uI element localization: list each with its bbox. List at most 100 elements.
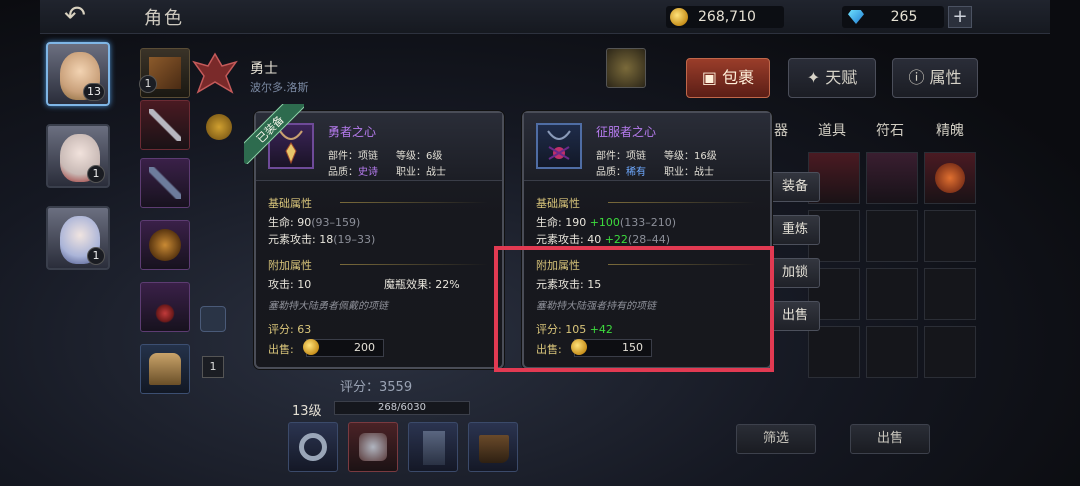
item-name: 征服者之心 xyxy=(596,125,657,139)
talent-icon: ✦ xyxy=(806,68,826,87)
equipped-label: 已装备 xyxy=(244,104,304,164)
necklace-item-icon xyxy=(536,123,582,169)
item-job: 职业：战士 xyxy=(664,167,714,178)
hero-level-badge: 1 xyxy=(87,165,105,183)
inventory-cell[interactable] xyxy=(808,326,860,378)
attributes-icon: ⓘ xyxy=(908,68,930,87)
tab-label: 包裹 xyxy=(722,68,755,87)
gem-amount: 265 xyxy=(890,9,918,25)
hero-portrait-2[interactable]: 1 xyxy=(46,124,110,188)
equip-slot-blade[interactable] xyxy=(140,158,190,208)
bag-icon: ▣ xyxy=(701,68,723,87)
sword-icon xyxy=(149,109,181,141)
inventory-cell[interactable] xyxy=(866,268,918,320)
gem-counter: 265 xyxy=(842,6,944,28)
character-level: 13级 xyxy=(292,404,322,419)
item-quality: 品质：史诗 xyxy=(328,167,378,178)
item-name: 勇者之心 xyxy=(328,125,377,139)
gold-counter: 268,710 xyxy=(666,6,784,28)
sell-price-box: 200 xyxy=(303,339,384,357)
ring-icon xyxy=(299,433,327,461)
gauntlet-icon xyxy=(149,353,181,385)
filter-button[interactable]: 筛选 xyxy=(736,424,816,454)
page-title: 角色 xyxy=(144,8,184,29)
side-count-badge: 1 xyxy=(202,356,224,378)
inventory-cell[interactable] xyxy=(866,152,918,204)
equip-slot-mask[interactable] xyxy=(140,220,190,270)
equip-slot-book[interactable]: 1 xyxy=(139,48,190,98)
gold-coin-icon xyxy=(670,8,688,26)
mask-icon xyxy=(149,229,181,261)
inventory-cell[interactable] xyxy=(866,326,918,378)
pants-icon xyxy=(423,431,445,465)
base-attr-title: 基础属性 xyxy=(268,197,312,210)
sell-label: 出售: xyxy=(268,343,294,356)
refine-button[interactable]: 重炼 xyxy=(770,215,820,245)
stat-attack: 攻击: 10 xyxy=(268,278,312,291)
equip-slot-sword[interactable] xyxy=(140,100,190,150)
equip-slot-necklace[interactable] xyxy=(140,282,190,332)
stat-element: 元素攻击: 18(19–33) xyxy=(268,233,376,246)
highlight-box xyxy=(494,246,774,372)
equip-slot-gauntlet[interactable] xyxy=(140,344,190,394)
inventory-cell[interactable] xyxy=(924,152,976,204)
inventory-cell[interactable] xyxy=(924,268,976,320)
stat-hp: 生命: 190 +100(133–210) xyxy=(536,216,676,229)
item-rating: 评分: 63 xyxy=(268,323,312,336)
hero-portrait-1[interactable]: 13 xyxy=(46,42,110,106)
item-part: 部件：项链 xyxy=(596,151,646,162)
ring-slot[interactable] xyxy=(288,422,338,472)
extra-attr-title: 附加属性 xyxy=(268,259,312,272)
hero-name: 勇士 xyxy=(250,61,278,77)
spider-pendant-icon xyxy=(547,130,571,160)
boots-slot[interactable] xyxy=(468,422,518,472)
compass-icon[interactable] xyxy=(606,48,646,88)
pants-slot[interactable] xyxy=(408,422,458,472)
subtab-items[interactable]: 道具 xyxy=(818,120,846,140)
equipped-ribbon: 已装备 xyxy=(244,104,304,164)
necklace-icon xyxy=(149,291,181,323)
tab-label: 天赋 xyxy=(825,68,858,87)
back-arrow-icon: ↶ xyxy=(64,1,86,31)
lock-button[interactable]: 加锁 xyxy=(770,258,820,288)
stat-element: 元素攻击: 40 +22(28–44) xyxy=(536,233,670,246)
subtab-souls[interactable]: 精魄 xyxy=(936,120,964,140)
inventory-cell[interactable] xyxy=(866,210,918,262)
inventory-cell[interactable] xyxy=(924,210,976,262)
gold-amount: 268,710 xyxy=(698,9,756,25)
slot-count-badge: 1 xyxy=(139,75,157,93)
crown-icon xyxy=(206,114,232,140)
item-part: 部件：项链 xyxy=(328,151,378,162)
item-level: 等级：16级 xyxy=(664,151,717,162)
tab-talent[interactable]: ✦ 天赋 xyxy=(788,58,876,98)
sell-price: 200 xyxy=(354,341,375,354)
tab-bag[interactable]: ▣ 包裹 xyxy=(686,58,770,98)
bulk-sell-button[interactable]: 出售 xyxy=(850,424,930,454)
hero-level-badge: 1 xyxy=(87,247,105,265)
gem-icon xyxy=(848,10,864,24)
equip-button[interactable]: 装备 xyxy=(770,172,820,202)
subtab-equipment[interactable]: 器 xyxy=(774,120,788,140)
hero-subtitle: 波尔多.洛斯 xyxy=(250,81,309,94)
item-level: 等级：6级 xyxy=(396,151,443,162)
hero-portrait-3[interactable]: 1 xyxy=(46,206,110,270)
armor-icon xyxy=(359,433,387,461)
stat-magic: 魔瓶效果: 22% xyxy=(384,278,460,291)
hero-level-badge: 13 xyxy=(83,83,105,101)
gold-coin-icon xyxy=(303,339,319,355)
divider xyxy=(340,264,488,265)
warrior-class-icon xyxy=(192,52,238,94)
armor-slot[interactable] xyxy=(348,422,398,472)
item-description: 塞勒特大陆勇者佩戴的项链 xyxy=(268,301,388,312)
blade-icon xyxy=(149,167,181,199)
inventory-cell[interactable] xyxy=(924,326,976,378)
helmet-icon xyxy=(200,306,226,332)
character-score: 评分：3559 xyxy=(340,380,413,395)
tab-attributes[interactable]: ⓘ 属性 xyxy=(892,58,978,98)
sell-item-button[interactable]: 出售 xyxy=(770,301,820,331)
back-button[interactable]: ↶ xyxy=(54,2,96,30)
add-gems-button[interactable]: + xyxy=(948,6,972,28)
boots-icon xyxy=(479,435,509,463)
subtab-runes[interactable]: 符石 xyxy=(876,120,904,140)
divider xyxy=(608,202,756,203)
